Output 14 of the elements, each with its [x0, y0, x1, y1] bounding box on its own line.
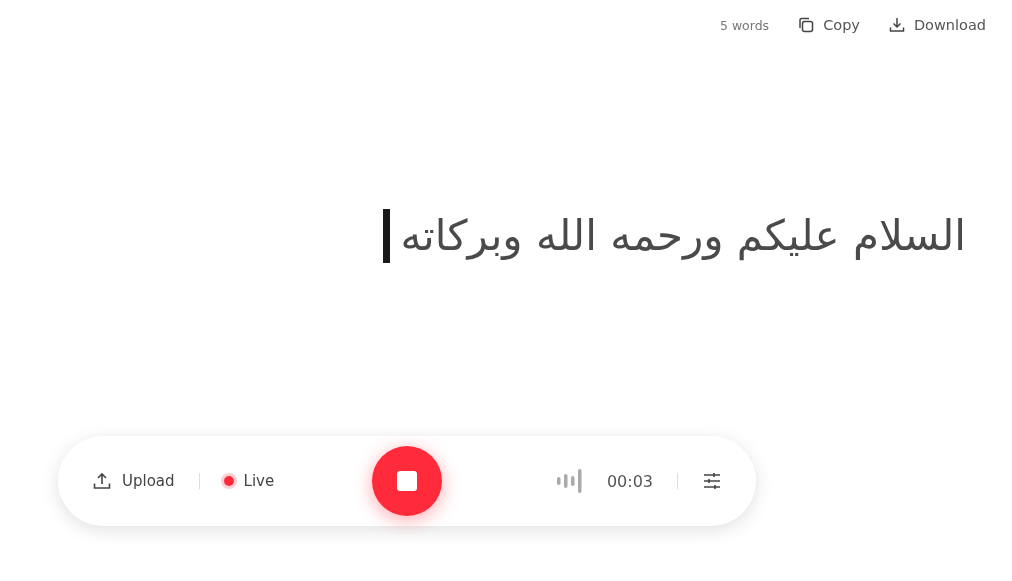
download-button[interactable]: Download	[887, 16, 986, 34]
upload-button[interactable]: Upload	[92, 471, 175, 491]
live-toggle[interactable]: Live	[223, 472, 275, 490]
copy-button[interactable]: Copy	[797, 16, 860, 34]
copy-icon	[797, 16, 816, 34]
transcript-text: السلام عليكم ورحمه الله وبركاته	[400, 210, 966, 262]
settings-icon[interactable]	[702, 471, 722, 491]
waveform-icon	[554, 468, 583, 494]
timer: 00:03	[606, 471, 653, 491]
stop-button[interactable]	[372, 446, 442, 516]
download-icon	[887, 16, 906, 34]
stop-icon	[397, 471, 417, 491]
word-count: 5 words	[719, 17, 770, 33]
upload-icon	[92, 471, 112, 491]
